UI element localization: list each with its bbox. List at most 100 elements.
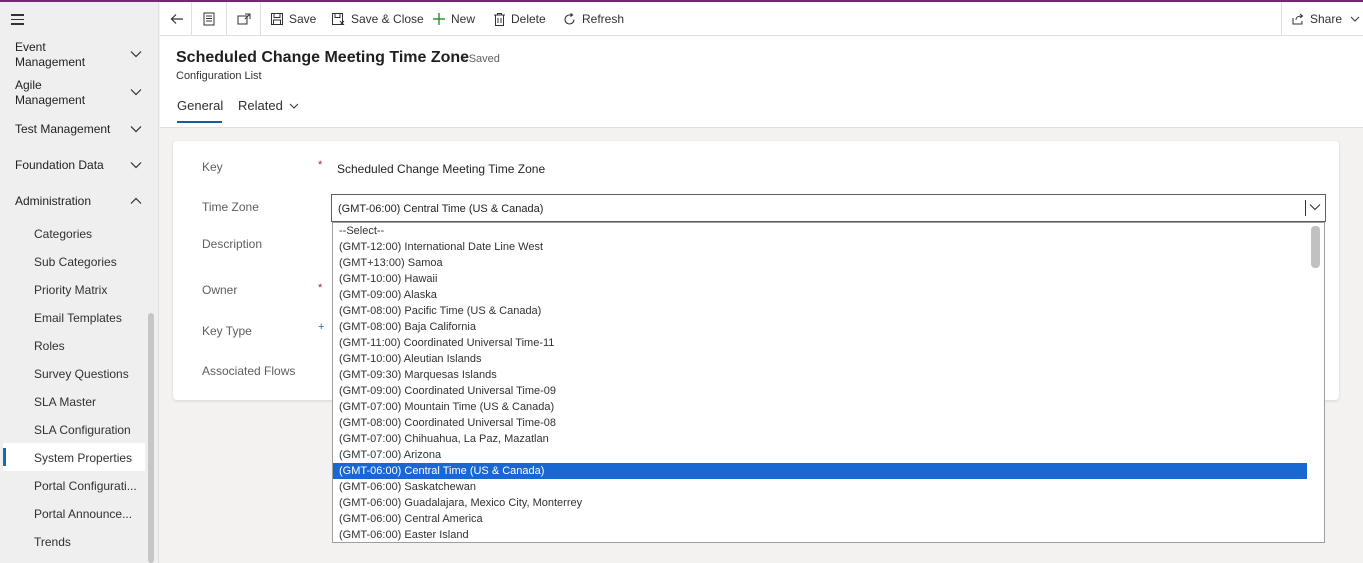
key-label: Key xyxy=(202,160,223,174)
option-selected[interactable]: (GMT-06:00) Central Time (US & Canada) xyxy=(333,463,1307,479)
share-label: Share xyxy=(1310,12,1343,26)
tab-general[interactable]: General xyxy=(177,98,223,113)
option-item[interactable]: (GMT-06:00) Easter Island xyxy=(333,527,1307,542)
sidebar-item-system-properties[interactable]: System Properties xyxy=(34,451,142,465)
toolbar-divider xyxy=(260,2,261,36)
open-new-window-button[interactable] xyxy=(237,2,257,36)
new-button[interactable]: New xyxy=(433,2,475,36)
chevron-down-icon xyxy=(289,103,299,109)
nav-group-label: Test Management xyxy=(15,122,111,136)
option-item[interactable]: (GMT-08:00) Pacific Time (US & Canada) xyxy=(333,303,1307,319)
command-bar: Save Save & Close New Delete Refresh Sha… xyxy=(160,2,1363,36)
save-label: Save xyxy=(289,12,317,26)
refresh-icon xyxy=(564,12,575,25)
toolbar-divider xyxy=(191,2,192,36)
chevron-up-icon xyxy=(130,197,142,207)
plus-icon xyxy=(433,13,445,25)
option-item[interactable]: (GMT-07:00) Chihuahua, La Paz, Mazatlan xyxy=(333,431,1307,447)
required-indicator: * xyxy=(318,282,323,294)
option-item[interactable]: (GMT-08:00) Baja California xyxy=(333,319,1307,335)
back-button[interactable] xyxy=(170,2,190,36)
sidebar-item-portal-announcements[interactable]: Portal Announce... xyxy=(34,507,142,521)
option-item[interactable]: (GMT-06:00) Central America xyxy=(333,511,1307,527)
nav-group-event-management[interactable]: Event Management xyxy=(15,40,142,70)
refresh-button[interactable]: Refresh xyxy=(563,2,624,36)
select-divider xyxy=(1305,200,1306,216)
sidebar-item-sub-categories[interactable]: Sub Categories xyxy=(34,255,142,269)
nav-group-test-management[interactable]: Test Management xyxy=(15,122,142,137)
chevron-down-icon xyxy=(130,125,142,135)
nav-group-label: Foundation Data xyxy=(15,158,104,172)
option-item[interactable]: (GMT-09:30) Marquesas Islands xyxy=(333,367,1307,383)
trash-icon xyxy=(494,12,505,26)
nav-group-label: Event Management xyxy=(15,40,86,69)
option-item[interactable]: (GMT-09:00) Alaska xyxy=(333,287,1307,303)
sidebar-item-sla-master[interactable]: SLA Master xyxy=(34,395,142,409)
share-button[interactable]: Share xyxy=(1292,2,1360,36)
chevron-down-icon xyxy=(1350,16,1360,22)
option-item[interactable]: (GMT-06:00) Saskatchewan xyxy=(333,479,1307,495)
option-item[interactable]: (GMT-12:00) International Date Line West xyxy=(333,239,1307,255)
save-button[interactable]: Save xyxy=(271,2,316,36)
toolbar-divider xyxy=(1281,2,1282,36)
nav-group-administration[interactable]: Administration xyxy=(15,194,142,209)
option-item[interactable]: (GMT-11:00) Coordinated Universal Time-1… xyxy=(333,335,1307,351)
sidebar-item-roles[interactable]: Roles xyxy=(34,339,142,353)
sidebar-item-survey-questions[interactable]: Survey Questions xyxy=(34,367,142,381)
delete-button[interactable]: Delete xyxy=(494,2,546,36)
nav-group-label: Administration xyxy=(15,194,92,208)
save-close-icon xyxy=(332,13,345,25)
option-item[interactable]: (GMT-10:00) Aleutian Islands xyxy=(333,351,1307,367)
key-value[interactable]: Scheduled Change Meeting Time Zone xyxy=(337,162,545,176)
time-zone-options-list[interactable]: (GMT-06:00) Easter Island (GMT-06:00) Cen… xyxy=(332,222,1325,543)
share-icon xyxy=(1292,13,1304,25)
form-selector-button[interactable] xyxy=(203,2,221,36)
document-icon xyxy=(203,12,215,26)
sidebar-item-portal-configuration[interactable]: Portal Configurati... xyxy=(34,479,142,493)
save-close-label: Save & Close xyxy=(351,12,424,26)
chevron-down-icon xyxy=(130,50,142,60)
options-scrollbar[interactable] xyxy=(1311,226,1320,268)
owner-label: Owner xyxy=(202,283,238,297)
delete-label: Delete xyxy=(511,12,546,26)
sitemap-sidebar: Event Management Agile Management Test M… xyxy=(0,2,159,563)
open-in-new-window-icon xyxy=(237,13,251,25)
option-item[interactable]: (GMT-07:00) Mountain Time (US & Canada) xyxy=(333,399,1307,415)
hamburger-menu-icon[interactable] xyxy=(11,14,27,28)
save-close-button[interactable]: Save & Close xyxy=(332,2,424,36)
nav-group-foundation-data[interactable]: Foundation Data xyxy=(15,158,142,173)
sidebar-item-categories[interactable]: Categories xyxy=(34,227,142,241)
option-item[interactable]: --Select-- xyxy=(333,223,1307,239)
option-item[interactable]: (GMT-08:00) Coordinated Universal Time-0… xyxy=(333,415,1307,431)
record-header: Scheduled Change Meeting Time Zone - Sav… xyxy=(160,36,1363,128)
required-indicator: * xyxy=(318,159,323,171)
active-tab-indicator xyxy=(177,121,222,123)
description-label: Description xyxy=(202,237,263,251)
tab-related[interactable]: Related xyxy=(238,98,299,113)
page-title: Scheduled Change Meeting Time Zone xyxy=(176,49,470,66)
sidebar-scrollbar[interactable] xyxy=(148,313,154,563)
key-type-label: Key Type xyxy=(202,324,252,338)
chevron-down-icon xyxy=(130,88,142,98)
refresh-label: Refresh xyxy=(582,12,625,26)
sidebar-active-marker xyxy=(3,448,6,466)
sidebar-item-sla-configuration[interactable]: SLA Configuration xyxy=(34,423,142,437)
nav-group-agile-management[interactable]: Agile Management xyxy=(15,78,142,108)
sidebar-item-trends[interactable]: Trends xyxy=(34,535,142,549)
option-item[interactable]: (GMT-06:00) Guadalajara, Mexico City, Mo… xyxy=(333,495,1307,511)
associated-flows-label: Associated Flows xyxy=(202,364,296,378)
option-item[interactable]: (GMT-09:00) Coordinated Universal Time-0… xyxy=(333,383,1307,399)
time-zone-select[interactable]: (GMT-06:00) Central Time (US & Canada) xyxy=(331,194,1326,222)
sidebar-item-email-templates[interactable]: Email Templates xyxy=(34,311,142,325)
recommended-indicator: + xyxy=(318,321,325,333)
sidebar-item-priority-matrix[interactable]: Priority Matrix xyxy=(34,283,142,297)
option-item[interactable]: (GMT-07:00) Arizona xyxy=(333,447,1307,463)
chevron-down-icon xyxy=(130,161,142,171)
option-item[interactable]: (GMT-10:00) Hawaii xyxy=(333,271,1307,287)
time-zone-label: Time Zone xyxy=(202,200,259,214)
option-item[interactable]: (GMT+13:00) Samoa xyxy=(333,255,1307,271)
nav-group-label: Agile Management xyxy=(15,78,86,107)
save-icon xyxy=(271,13,283,25)
chevron-down-icon xyxy=(1309,204,1321,211)
save-status: - Saved xyxy=(462,53,500,65)
